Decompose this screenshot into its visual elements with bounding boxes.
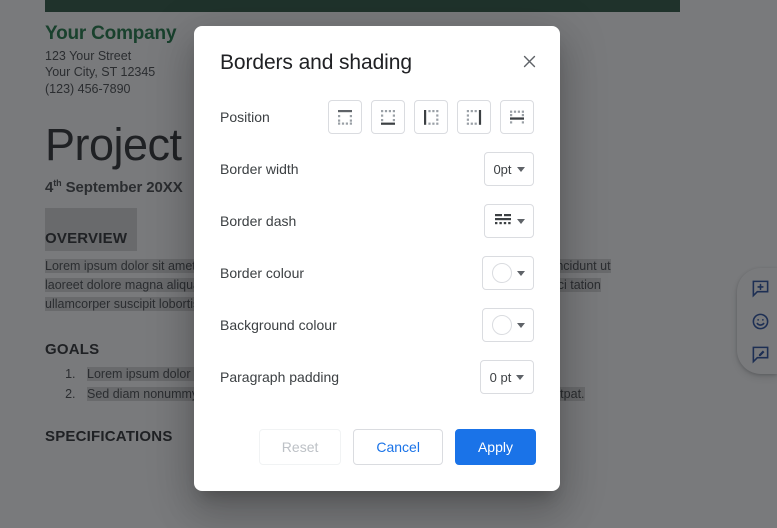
dash-pattern-icon xyxy=(494,212,512,231)
border-inner-horizontal-icon xyxy=(508,108,526,126)
dialog-header: Borders and shading xyxy=(194,26,560,77)
border-colour-label: Border colour xyxy=(220,265,305,281)
border-width-value: 0pt xyxy=(493,161,512,177)
position-options-group xyxy=(328,100,534,134)
border-width-dropdown[interactable]: 0pt xyxy=(484,152,534,186)
chevron-down-icon xyxy=(516,218,525,224)
dialog-footer: Reset Cancel Apply xyxy=(194,419,560,491)
row-border-dash: Border dash xyxy=(220,195,534,247)
apply-button[interactable]: Apply xyxy=(454,429,536,465)
border-top-icon xyxy=(336,108,354,126)
border-left-icon xyxy=(422,108,440,126)
border-width-label: Border width xyxy=(220,161,299,177)
position-border-right-button[interactable] xyxy=(457,100,491,134)
border-bottom-icon xyxy=(379,108,397,126)
border-right-icon xyxy=(465,108,483,126)
border-colour-dropdown[interactable] xyxy=(482,256,534,290)
dialog-body: Position Border width 0pt Border dash Bo… xyxy=(194,77,560,419)
background-colour-swatch xyxy=(491,315,512,335)
row-paragraph-padding: Paragraph padding 0 pt xyxy=(220,351,534,403)
row-background-colour: Background colour xyxy=(220,299,534,351)
reset-button[interactable]: Reset xyxy=(258,429,342,465)
position-border-inner-horizontal-button[interactable] xyxy=(500,100,534,134)
borders-and-shading-dialog: Borders and shading Position Border widt… xyxy=(194,26,560,491)
close-icon xyxy=(521,53,538,75)
position-label: Position xyxy=(220,109,270,125)
position-border-bottom-button[interactable] xyxy=(371,100,405,134)
chevron-down-icon xyxy=(516,166,525,172)
chevron-down-icon xyxy=(516,270,525,276)
position-border-top-button[interactable] xyxy=(328,100,362,134)
background-colour-dropdown[interactable] xyxy=(482,308,534,342)
row-border-width: Border width 0pt xyxy=(220,143,534,195)
border-colour-swatch xyxy=(491,263,512,283)
position-border-left-button[interactable] xyxy=(414,100,448,134)
close-button[interactable] xyxy=(516,51,542,77)
row-border-colour: Border colour xyxy=(220,247,534,299)
paragraph-padding-dropdown[interactable]: 0 pt xyxy=(480,360,534,394)
background-colour-label: Background colour xyxy=(220,317,337,333)
row-position: Position xyxy=(220,91,534,143)
border-dash-dropdown[interactable] xyxy=(484,204,534,238)
cancel-button[interactable]: Cancel xyxy=(353,429,443,465)
paragraph-padding-value: 0 pt xyxy=(489,369,512,385)
chevron-down-icon xyxy=(516,322,525,328)
chevron-down-icon xyxy=(516,374,525,380)
dialog-title: Borders and shading xyxy=(220,51,412,74)
border-dash-label: Border dash xyxy=(220,213,297,229)
paragraph-padding-label: Paragraph padding xyxy=(220,369,340,385)
